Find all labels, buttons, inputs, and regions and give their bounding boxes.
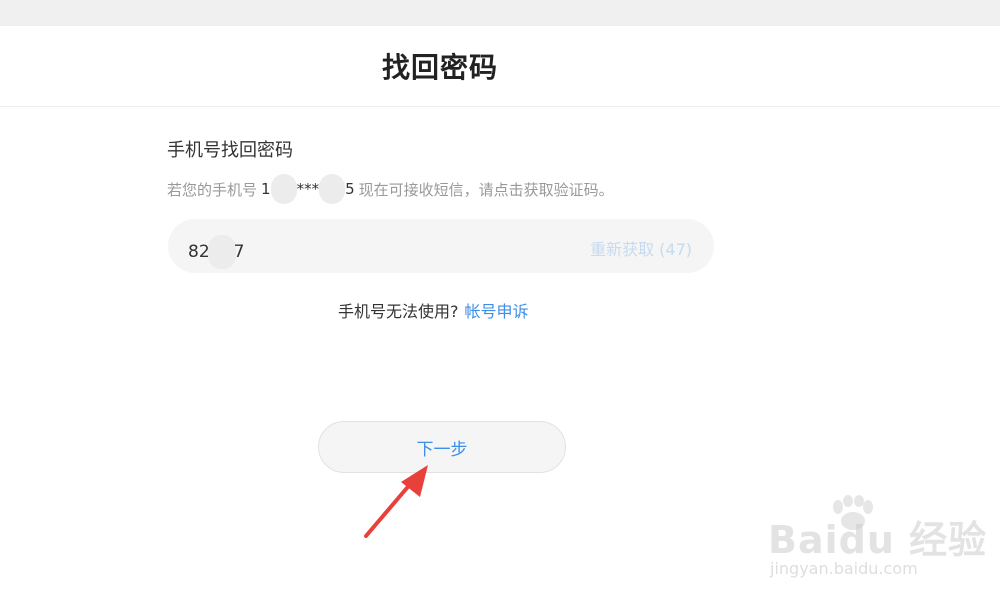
code-redaction-blur (207, 235, 236, 269)
section-title: 手机号找回密码 (167, 140, 293, 161)
resend-code-button[interactable]: 重新获取 (47) (590, 236, 692, 260)
watermark-url: jingyan.baidu.com (770, 559, 918, 578)
browser-top-strip (0, 0, 1000, 26)
code-value-start: 82 (188, 242, 210, 262)
page-header: 找回密码 (0, 26, 1000, 107)
phone-unavailable-text: 手机号无法使用? (338, 302, 459, 321)
account-appeal-link[interactable]: 帐号申诉 (465, 302, 529, 321)
phone-unavailable-help: 手机号无法使用? 帐号申诉 (338, 298, 529, 322)
hint-suffix: 现在可接收短信，请点击获取验证码。 (358, 180, 614, 199)
masked-phone-number: 1 *** 5 (261, 174, 355, 204)
phone-end: 5 (345, 180, 355, 198)
phone-redaction-blur (270, 174, 297, 204)
sms-hint: 若您的手机号 1 *** 5 现在可接收短信，请点击获取验证码。 (167, 174, 614, 204)
code-value-end: 7 (233, 242, 245, 262)
red-arrow-annotation (364, 465, 428, 538)
verification-code-input[interactable]: 82 7 (188, 235, 244, 269)
phone-redaction-blur (319, 174, 346, 204)
verification-code-field[interactable]: 82 7 重新获取 (47) (168, 219, 714, 273)
phone-mask: *** (296, 180, 320, 198)
baidu-jingyan-watermark: Baidu 经验 jingyan.baidu.com (768, 495, 986, 585)
hint-prefix: 若您的手机号 (167, 180, 258, 199)
phone-start: 1 (261, 180, 271, 198)
page-title: 找回密码 (382, 51, 499, 84)
watermark-logo: Baidu 经验 (768, 518, 988, 562)
